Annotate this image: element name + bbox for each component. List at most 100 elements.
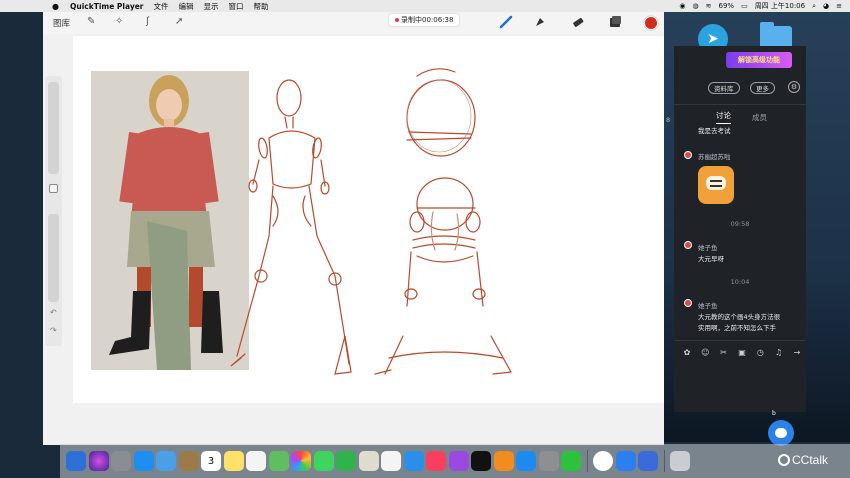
divider [674,340,806,341]
figure-sketch [230,68,512,375]
recording-dot-icon [395,18,399,22]
apple-tv-icon[interactable] [471,451,491,471]
maps-icon[interactable] [268,451,289,471]
facetime-icon[interactable] [336,451,356,471]
side-number: 8 [666,116,671,124]
brush-icon[interactable] [499,15,513,29]
menu-view[interactable]: 显示 [204,1,219,12]
message-text-line: 实用啊，之前不知怎么下手 [698,324,776,332]
wrench-icon[interactable]: ✎ [87,16,95,27]
chat-float-button[interactable] [768,420,794,446]
message-username: 她子鱼 [698,244,718,252]
selection-icon[interactable]: ʃ [146,16,149,27]
history-icon[interactable]: ◷ [755,347,765,357]
textedit-icon[interactable] [358,451,379,471]
message-username: 苏幽超苏啦 [698,153,731,161]
trash-icon[interactable] [670,451,690,471]
procreate-toolbar: 图库 ✎ ✧ ʃ ➚ 录制中00:06:38 [43,12,664,34]
puzzle-icon[interactable]: ✿ [682,347,692,357]
mac-menubar: ● QuickTime Player 文件 编辑 显示 窗口 帮助 ◉ ◍ ≋ … [0,0,850,12]
music-icon[interactable] [426,451,446,471]
avatar[interactable] [684,151,692,159]
transform-arrow-icon[interactable]: ➚ [175,16,183,27]
messages-icon[interactable] [313,451,334,471]
search-icon[interactable]: ⌕ [812,2,816,11]
wechat-icon[interactable] [561,451,581,471]
tab-members[interactable]: 成员 [752,112,767,123]
numbers-icon[interactable] [381,451,401,471]
opacity-slider[interactable] [48,214,59,302]
photos-icon[interactable] [291,451,311,471]
reminders-icon[interactable] [246,451,266,471]
layers-icon[interactable] [608,15,622,29]
mac-dock: 3 [60,444,850,478]
brush-sidebar: ↶ ↷ [45,76,62,346]
bell-icon[interactable]: ♫ [774,347,784,357]
system-preferences-icon[interactable] [538,451,559,471]
wifi-icon[interactable]: ≋ [706,2,712,10]
magic-wand-icon[interactable]: ✧ [115,16,123,27]
notes-icon[interactable] [223,451,244,471]
color-picker[interactable] [644,16,658,30]
divider [674,104,806,105]
message-text: 大元早呀 [698,255,724,263]
dock-separator [586,450,588,472]
undo-icon[interactable]: ↶ [50,308,57,317]
send-arrow-icon[interactable]: → [792,347,802,357]
redo-icon[interactable]: ↷ [50,326,57,335]
more-button[interactable]: 更多 [750,82,775,94]
settings-icon[interactable]: ⚙ [788,81,800,93]
menu-file[interactable]: 文件 [154,1,169,12]
edge-icon[interactable] [638,451,658,471]
preview-icon[interactable] [156,451,176,471]
contacts-icon[interactable] [178,451,199,471]
app-circle-icon[interactable] [593,451,613,471]
message-text-line: 大元教的这个画4头身方法很 [698,313,781,321]
eraser-icon[interactable] [571,15,585,29]
smudge-icon[interactable] [533,15,547,29]
message-time: 10:04 [730,278,750,286]
drawing-canvas[interactable] [73,36,664,403]
cctalk-app-icon[interactable] [615,451,636,471]
books-icon[interactable] [493,451,514,471]
siri-icon[interactable]: ◕ [823,2,829,10]
battery-percent: 69% [718,2,735,10]
chat-toolbar: ✿ ☺ ✂ ▣ ◷ ♫ → [682,347,802,357]
small-label: b [772,410,776,417]
unlock-premium-button[interactable]: 解锁高级功能 [726,52,792,68]
menu-window[interactable]: 窗口 [229,1,244,12]
safari-icon[interactable] [133,451,154,471]
siri-icon[interactable] [88,451,109,471]
finder-icon[interactable] [66,451,86,471]
menu-edit[interactable]: 编辑 [179,1,194,12]
apple-menu-icon[interactable]: ● [52,2,62,11]
materials-button[interactable]: 资料库 [708,82,740,94]
emoji-icon[interactable]: ☺ [700,347,710,357]
clock[interactable]: 周四 上午10:06 [755,1,805,11]
calendar-icon[interactable]: 3 [201,451,221,471]
menu-help[interactable]: 帮助 [254,1,269,12]
podcasts-icon[interactable] [448,451,469,471]
brush-size-slider[interactable] [48,82,59,174]
control-center-icon[interactable]: ≡ [836,2,842,10]
keynote-icon[interactable] [403,451,424,471]
scissors-icon[interactable]: ✂ [719,347,729,357]
launchpad-icon[interactable] [111,451,131,471]
sticker-image [698,166,734,204]
modify-button[interactable] [49,184,58,193]
chat-panel: 解锁高级功能 资料库 更多 ⚙ 讨论 成员 8 我是去考试 苏幽超苏啦 09:5… [666,46,806,412]
cctalk-logo-icon [778,454,790,466]
gallery-button[interactable]: 图库 [53,17,70,29]
app-menu[interactable]: QuickTime Player [70,2,144,11]
avatar[interactable] [684,241,692,249]
record-status-icon[interactable]: ◍ [693,2,699,10]
app-store-icon[interactable] [516,451,536,471]
quicktime-window: 图库 ✎ ✧ ʃ ➚ 录制中00:06:38 ↶ ↷ [43,12,664,445]
cctalk-status-icon[interactable]: ◉ [679,2,685,10]
avatar[interactable] [684,299,692,307]
battery-icon[interactable]: ▭ [741,2,748,10]
message-username: 她子鱼 [698,302,718,310]
tab-discussion[interactable]: 讨论 [716,110,731,124]
recording-time: 录制中00:06:38 [401,16,454,24]
image-icon[interactable]: ▣ [737,347,747,357]
